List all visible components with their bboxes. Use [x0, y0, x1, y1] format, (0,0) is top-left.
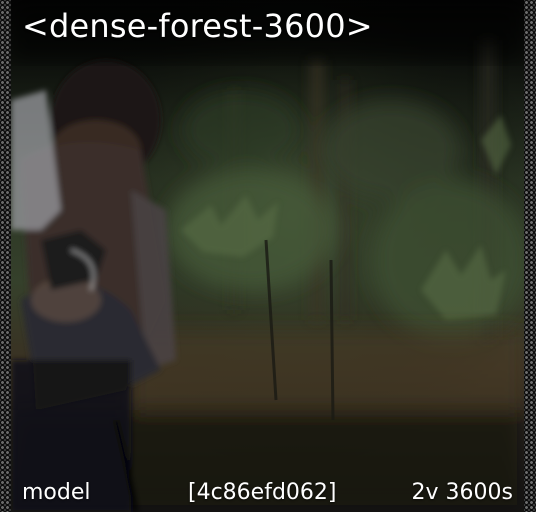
- forest-scene-image: [11, 0, 524, 512]
- video-title: <dense-forest-3600>: [22, 7, 373, 45]
- model-label: model: [22, 480, 91, 505]
- left-dither-border: [0, 0, 11, 512]
- forest-scene-graphic: [11, 0, 524, 512]
- footer-caption-bar: model [4c86efd062] 2v 3600s: [0, 476, 536, 510]
- duration-label: 2v 3600s: [411, 480, 513, 505]
- video-frame: <dense-forest-3600> model [4c86efd062] 2…: [0, 0, 536, 512]
- hash-id-label: [4c86efd062]: [188, 480, 337, 505]
- right-dither-border: [524, 0, 536, 512]
